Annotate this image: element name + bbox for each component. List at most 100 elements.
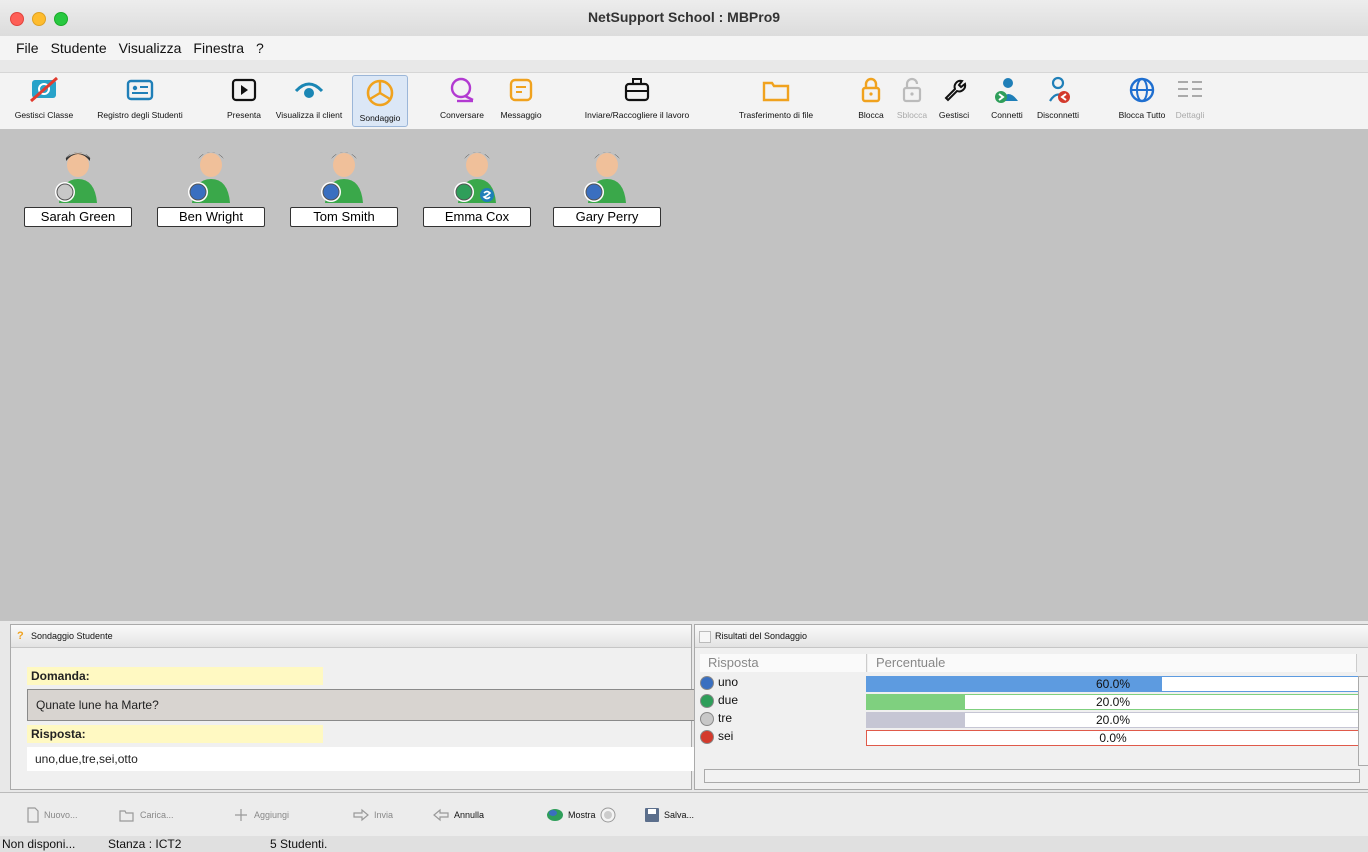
- menu-studente[interactable]: Studente: [49, 40, 109, 56]
- sondaggio-button[interactable]: Sondaggio: [352, 75, 408, 127]
- student-gary-perry[interactable]: Gary Perry: [553, 149, 663, 229]
- blocca-button[interactable]: Blocca: [856, 73, 886, 129]
- result-percent: 20.0%: [1095, 713, 1131, 727]
- toolbar: Gestisci Classe Registro degli Studenti …: [0, 72, 1368, 130]
- wrench-icon: [944, 79, 967, 102]
- inviare-raccogliere-button[interactable]: Inviare/Raccogliere il lavoro: [572, 73, 702, 129]
- register-card-icon: [126, 79, 154, 101]
- briefcase-icon: [624, 78, 650, 102]
- disconnetti-button[interactable]: Disconnetti: [1030, 73, 1086, 129]
- menu-file[interactable]: File: [14, 40, 41, 56]
- invia-button[interactable]: Invia: [352, 807, 393, 823]
- details-list-icon: [1178, 81, 1202, 97]
- student-name: Gary Perry: [553, 207, 661, 227]
- answer-color-dot: [700, 712, 714, 726]
- survey-toolbar: Nuovo... Carica... Aggiungi Invia Annull…: [0, 792, 1368, 837]
- messaggio-button[interactable]: Messaggio: [494, 73, 548, 129]
- result-row[interactable]: sei 0.0%: [700, 729, 1360, 746]
- visualizza-client-button[interactable]: Visualizza il client: [268, 73, 350, 129]
- connetti-button[interactable]: Connetti: [984, 73, 1030, 129]
- answer-label: Risposta:: [27, 725, 323, 743]
- open-folder-icon: [119, 810, 134, 822]
- answer-color-dot: [700, 730, 714, 744]
- cancel-arrow-icon: [433, 808, 449, 822]
- trasferimento-file-button[interactable]: Trasferimento di file: [728, 73, 824, 129]
- result-answer: tre: [718, 711, 733, 725]
- menu-help[interactable]: ?: [254, 40, 266, 56]
- student-avatar-icon: [55, 152, 97, 203]
- status-bar: Non disponi... Stanza : ICT2 5 Studenti.: [0, 836, 1368, 852]
- survey-panel-header: ? Sondaggio Studente: [11, 625, 691, 648]
- results-vertical-scrollbar[interactable]: [1358, 676, 1368, 766]
- annulla-button[interactable]: Annulla: [432, 807, 484, 823]
- title-bar: NetSupport School : MBPro9: [0, 0, 1368, 37]
- result-row[interactable]: due 20.0%: [700, 693, 1360, 710]
- answer-color-dot: [700, 694, 714, 708]
- pie-chart-icon: [366, 79, 394, 107]
- menu-finestra[interactable]: Finestra: [191, 40, 246, 56]
- student-avatar-icon: [188, 152, 230, 203]
- menu-visualizza[interactable]: Visualizza: [117, 40, 184, 56]
- result-row[interactable]: tre 20.0%: [700, 711, 1360, 728]
- class-workspace: Sarah Green Ben Wright Tom Smith Emma Co…: [0, 129, 1368, 621]
- disconnect-user-icon: [1049, 76, 1070, 103]
- mostra-toggle-icon[interactable]: [600, 807, 616, 823]
- status-student-count: 5 Studenti.: [270, 837, 328, 851]
- result-percent-bar: 0.0%: [866, 730, 1360, 746]
- question-mark-icon: ?: [17, 630, 24, 642]
- aggiungi-button[interactable]: Aggiungi: [232, 807, 289, 823]
- globe-icon: [1129, 77, 1155, 103]
- gestisci-button[interactable]: Gestisci: [938, 73, 970, 129]
- gestisci-classe-button[interactable]: Gestisci Classe: [2, 73, 86, 129]
- student-name: Sarah Green: [24, 207, 132, 227]
- chat-bubble-icon: [450, 77, 474, 103]
- carica-button[interactable]: Carica...: [118, 807, 174, 823]
- survey-panel-title: Sondaggio Studente: [31, 631, 113, 641]
- result-row[interactable]: uno 60.0%: [700, 675, 1360, 692]
- student-name: Emma Cox: [423, 207, 531, 227]
- sblocca-button[interactable]: Sblocca: [892, 73, 932, 129]
- unlock-icon: [902, 77, 922, 103]
- question-field[interactable]: Qunate lune ha Marte?: [27, 689, 695, 721]
- student-answer-dot: [56, 183, 74, 201]
- message-note-icon: [509, 78, 533, 102]
- answer-color-dot: [700, 676, 714, 690]
- add-arrows-icon: [235, 809, 247, 821]
- nuovo-button[interactable]: Nuovo...: [26, 807, 78, 823]
- column-header-answer[interactable]: Risposta: [700, 654, 867, 672]
- menu-bar: File Studente Visualizza Finestra ?: [0, 36, 1368, 60]
- new-document-icon: [27, 807, 39, 823]
- student-emma-cox[interactable]: Emma Cox: [423, 149, 533, 229]
- student-ben-wright[interactable]: Ben Wright: [157, 149, 267, 229]
- student-name: Tom Smith: [290, 207, 398, 227]
- presenta-button[interactable]: Presenta: [222, 73, 266, 129]
- connect-user-icon: [995, 78, 1018, 103]
- lock-icon: [861, 77, 881, 103]
- student-sarah-green[interactable]: Sarah Green: [24, 149, 134, 229]
- results-horizontal-scrollbar[interactable]: [704, 769, 1360, 783]
- question-label: Domanda:: [27, 667, 323, 685]
- dettagli-button[interactable]: Dettagli: [1170, 73, 1210, 129]
- answers-field[interactable]: uno,due,tre,sei,otto: [27, 747, 695, 771]
- salva-button[interactable]: Salva...: [644, 807, 694, 823]
- show-globe-icon: [547, 809, 563, 821]
- result-percent: 60.0%: [1095, 677, 1131, 691]
- send-arrow-icon: [353, 808, 369, 822]
- conversare-button[interactable]: Conversare: [434, 73, 490, 129]
- student-avatar-icon: [584, 152, 626, 203]
- results-list-icon: [699, 631, 711, 643]
- result-percent: 20.0%: [1095, 695, 1131, 709]
- mostra-button[interactable]: Mostra: [546, 807, 616, 823]
- play-screen-icon: [231, 78, 257, 102]
- result-answer: due: [718, 693, 739, 707]
- student-name: Ben Wright: [157, 207, 265, 227]
- student-tom-smith[interactable]: Tom Smith: [290, 149, 400, 229]
- results-panel-title: Risultati del Sondaggio: [715, 631, 808, 641]
- window-title: NetSupport School : MBPro9: [587, 9, 781, 25]
- save-disk-icon: [645, 808, 659, 822]
- blocca-tutto-button[interactable]: Blocca Tutto: [1114, 73, 1170, 129]
- column-header-percent[interactable]: Percentuale: [868, 654, 1357, 672]
- registro-studenti-button[interactable]: Registro degli Studenti: [88, 73, 192, 129]
- result-percent-bar: 20.0%: [866, 694, 1360, 710]
- student-avatar-icon: [454, 152, 496, 203]
